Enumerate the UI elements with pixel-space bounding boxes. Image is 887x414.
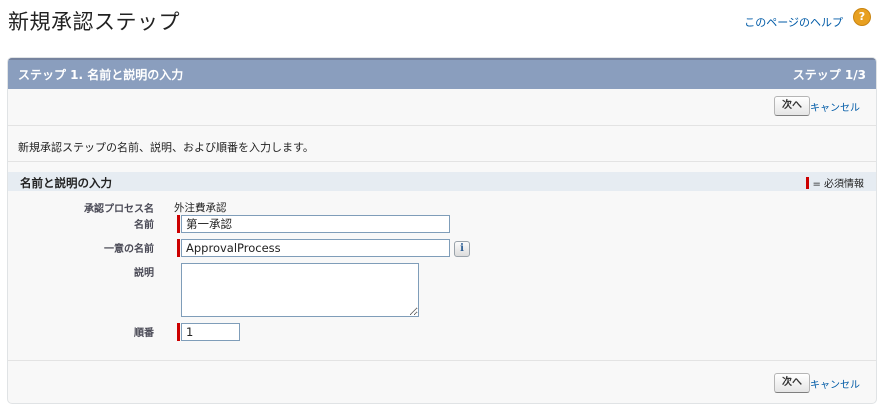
unique-name-label: 一意の名前 bbox=[104, 244, 154, 255]
next-button-top[interactable]: 次へ bbox=[774, 96, 810, 116]
help-icon[interactable]: ? bbox=[853, 8, 871, 26]
description-textarea[interactable] bbox=[181, 263, 419, 317]
required-marker-icon bbox=[806, 177, 810, 189]
step-title: ステップ 1. 名前と説明の入力 bbox=[18, 68, 184, 82]
cancel-link-bottom[interactable]: キャンセル bbox=[810, 376, 860, 391]
info-icon[interactable]: i bbox=[454, 241, 470, 257]
panel-header: ステップ 1. 名前と説明の入力 ステップ 1/3 bbox=[8, 58, 876, 89]
name-label: 名前 bbox=[134, 220, 154, 231]
order-label: 順番 bbox=[134, 328, 154, 339]
step-count: ステップ 1/3 bbox=[792, 68, 866, 82]
section-header: 名前と説明の入力 = 必須情報 bbox=[8, 172, 876, 191]
wizard-panel: ステップ 1. 名前と説明の入力 ステップ 1/3 次へ キャンセル 新規承認ス… bbox=[7, 57, 877, 404]
section-title: 名前と説明の入力 bbox=[20, 176, 112, 190]
step-description: 新規承認ステップの名前、説明、および順番を入力します。 bbox=[18, 141, 314, 154]
cancel-link-top[interactable]: キャンセル bbox=[810, 99, 860, 114]
bottom-button-row: 次へ キャンセル bbox=[8, 364, 876, 402]
required-legend: = 必須情報 bbox=[806, 175, 864, 190]
help-link[interactable]: このページのヘルプ bbox=[744, 14, 843, 30]
required-indicator bbox=[177, 215, 180, 233]
description-label: 説明 bbox=[134, 268, 154, 279]
required-indicator bbox=[177, 323, 180, 341]
divider bbox=[8, 161, 876, 162]
name-input[interactable] bbox=[181, 215, 450, 233]
top-button-row: 次へ キャンセル bbox=[8, 87, 876, 125]
process-name-value: 外注費承認 bbox=[174, 202, 227, 214]
unique-name-input[interactable] bbox=[181, 239, 450, 257]
next-button-bottom[interactable]: 次へ bbox=[774, 373, 810, 393]
divider bbox=[8, 125, 876, 126]
required-legend-label: = 必須情報 bbox=[812, 179, 864, 190]
page-title: 新規承認ステップ bbox=[8, 10, 180, 34]
process-name-label: 承認プロセス名 bbox=[84, 204, 154, 215]
divider bbox=[8, 360, 876, 361]
required-indicator bbox=[177, 239, 180, 257]
order-input[interactable] bbox=[181, 323, 240, 341]
